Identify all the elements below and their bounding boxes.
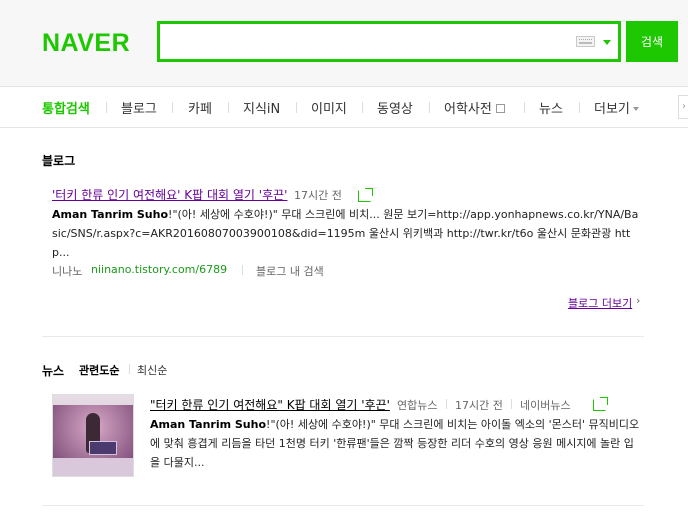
keyboard-icon[interactable] xyxy=(576,36,595,47)
news-result-title[interactable]: "터키 한류 인기 여전해요" K팝 대회 열기 '후끈' xyxy=(150,396,390,413)
autocomplete-toggle-icon[interactable] xyxy=(603,40,611,45)
news-section-title: 뉴스 xyxy=(42,364,65,378)
tab-news[interactable]: 뉴스 xyxy=(539,98,563,117)
tab-integrated[interactable]: 통합검색 xyxy=(42,98,90,117)
tab-divider xyxy=(429,102,430,113)
blog-more-link[interactable]: 블로그 더보기 xyxy=(568,295,632,311)
thumbnail-floor xyxy=(53,458,133,476)
tab-divider xyxy=(579,102,580,113)
meta-divider xyxy=(446,399,447,409)
share-icon[interactable] xyxy=(593,397,608,411)
thumbnail-sign xyxy=(89,441,117,455)
tab-scroll-button[interactable]: › xyxy=(678,95,688,119)
tab-cafe[interactable]: 카페 xyxy=(188,98,212,117)
news-thumbnail[interactable] xyxy=(52,394,134,477)
highlight-text: Aman Tanrim Suho xyxy=(150,418,267,431)
tab-image[interactable]: 이미지 xyxy=(311,98,347,117)
news-result-description: Aman Tanrim Suho!"(아! 세상에 수호야!)" 무대 스크린에… xyxy=(150,415,644,472)
blog-result-time: 17시간 전 xyxy=(294,189,342,202)
tab-divider xyxy=(228,102,229,113)
tab-blog[interactable]: 블로그 xyxy=(121,98,157,117)
share-icon[interactable] xyxy=(358,188,373,202)
search-input[interactable] xyxy=(166,28,566,55)
tab-more[interactable]: 더보기 xyxy=(594,98,639,117)
tab-divider xyxy=(106,102,107,113)
blog-result-title[interactable]: '터키 한류 인기 여전해요' K팝 대회 열기 '후끈' xyxy=(52,186,287,203)
naver-news-link[interactable]: 네이버뉴스 xyxy=(520,397,571,413)
meta-divider xyxy=(242,265,243,275)
tab-more-label: 더보기 xyxy=(594,102,630,117)
tab-kin[interactable]: 지식iN xyxy=(243,98,280,117)
tab-video[interactable]: 동영상 xyxy=(377,98,413,117)
tab-dictionary[interactable]: 어학사전 xyxy=(444,98,505,117)
search-box[interactable] xyxy=(157,21,621,62)
blog-result-description: Aman Tanrim Suho!"(아! 세상에 수호야!)" 무대 스크린에… xyxy=(52,205,642,262)
search-button[interactable]: 검색 xyxy=(626,21,678,62)
in-blog-search-link[interactable]: 블로그 내 검색 xyxy=(256,263,324,279)
new-window-icon xyxy=(495,104,505,113)
sort-latest[interactable]: 최신순 xyxy=(137,362,167,378)
blog-section-title: 블로그 xyxy=(42,154,76,168)
meta-divider xyxy=(129,364,130,374)
section-divider xyxy=(42,505,644,506)
tab-dictionary-label: 어학사전 xyxy=(444,102,492,117)
meta-divider xyxy=(511,399,512,409)
tab-divider xyxy=(172,102,173,113)
section-divider xyxy=(42,336,644,337)
chevron-right-icon: › xyxy=(636,294,641,307)
header: NAVER 검색 xyxy=(0,0,688,86)
tab-divider xyxy=(296,102,297,113)
highlight-text: Aman Tanrim Suho xyxy=(52,208,169,221)
chevron-down-icon xyxy=(632,107,639,111)
tab-divider xyxy=(524,102,525,113)
sort-relevance[interactable]: 관련도순 xyxy=(79,362,119,378)
blog-author[interactable]: 니나노 xyxy=(52,263,82,279)
news-time: 17시간 전 xyxy=(455,399,503,412)
blog-url[interactable]: niinano.tistory.com/6789 xyxy=(91,263,227,276)
search-tabs: 통합검색 블로그 카페 지식iN 이미지 동영상 어학사전 뉴스 더보기 › xyxy=(0,86,688,128)
naver-logo[interactable]: NAVER xyxy=(42,29,130,58)
news-publisher[interactable]: 연합뉴스 xyxy=(397,397,437,413)
tab-divider xyxy=(362,102,363,113)
